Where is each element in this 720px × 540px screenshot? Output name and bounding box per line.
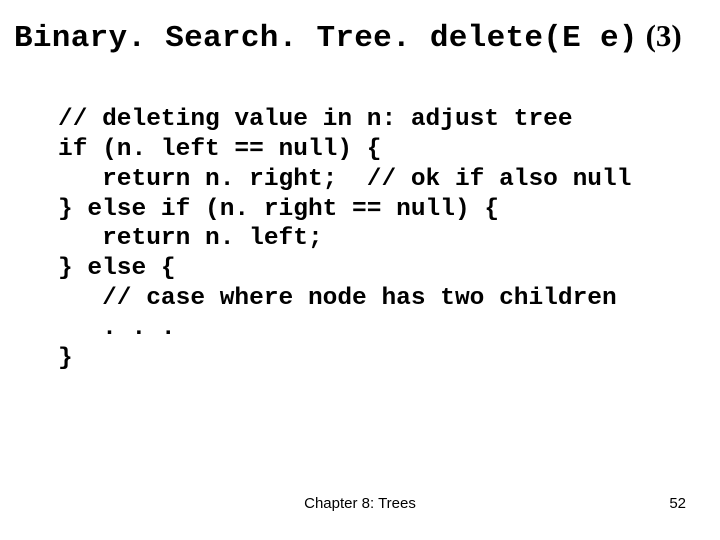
code-line: } else { [58, 255, 176, 282]
slide: Binary. Search. Tree. delete(E e) (3) //… [0, 0, 720, 540]
code-block: // deleting value in n: adjust tree if (… [58, 75, 631, 374]
footer-page-number: 52 [669, 495, 686, 512]
title-mono: Binary. Search. Tree. delete(E e) [14, 21, 638, 56]
code-line: } else if (n. right == null) { [58, 196, 499, 223]
title-count: (3) [638, 18, 682, 53]
code-line: // deleting value in n: adjust tree [58, 106, 573, 133]
code-line: . . . [58, 315, 176, 342]
footer-chapter: Chapter 8: Trees [0, 495, 720, 512]
code-line: // case where node has two children [58, 285, 617, 312]
code-line: if (n. left == null) { [58, 136, 381, 163]
code-line: return n. left; [58, 225, 323, 252]
code-line: } [58, 345, 73, 372]
slide-title: Binary. Search. Tree. delete(E e) (3) [14, 18, 682, 56]
code-line: return n. right; // ok if also null [58, 166, 631, 193]
